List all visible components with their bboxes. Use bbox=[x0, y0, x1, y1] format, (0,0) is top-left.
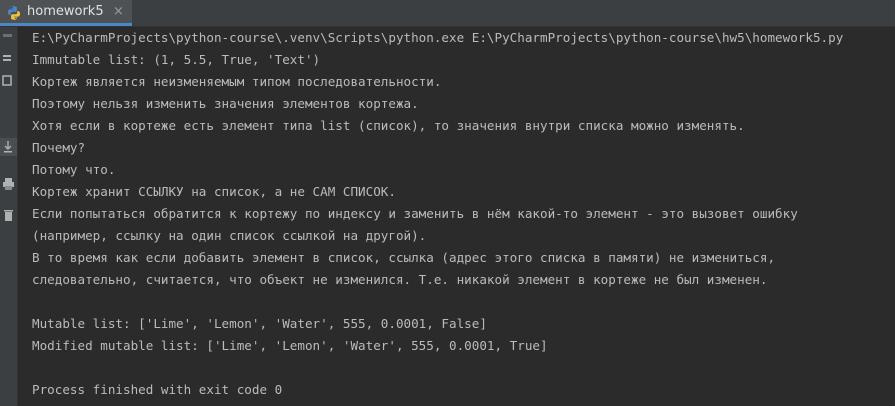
scroll-to-end-icon[interactable] bbox=[0, 138, 17, 156]
console-line-exit-status: Process finished with exit code 0 bbox=[32, 382, 283, 397]
console-line: Почему? bbox=[32, 140, 86, 155]
console-line-command: E:\PyCharmProjects\python-course\.venv\S… bbox=[32, 30, 844, 45]
console-line: (например, ссылку на один список ссылкой… bbox=[32, 228, 427, 243]
console-line: следовательно, считается, что объект не … bbox=[32, 272, 768, 287]
console-line: Кортеж является неизменяемым типом после… bbox=[32, 74, 442, 89]
console-line: Immutable list: (1, 5.5, True, 'Text') bbox=[32, 52, 321, 67]
console-toolbar bbox=[0, 27, 18, 406]
console-line: Если попытаться обратится к кортежу по и… bbox=[32, 206, 798, 221]
stop-icon[interactable] bbox=[0, 49, 17, 67]
rerun-icon[interactable] bbox=[0, 29, 17, 47]
console-line: Хотя если в кортеже есть элемент типа li… bbox=[32, 118, 745, 133]
tab-label: homework5 bbox=[27, 4, 104, 19]
console-line: Mutable list: ['Lime', 'Lemon', 'Water',… bbox=[32, 316, 487, 331]
console-line: В то время как если добавить элемент в с… bbox=[32, 250, 776, 265]
console-line: Потому что. bbox=[32, 162, 116, 177]
soft-wrap-icon[interactable] bbox=[0, 72, 17, 90]
delete-icon[interactable] bbox=[0, 207, 17, 225]
run-tab-homework5[interactable]: homework5 × bbox=[0, 0, 132, 26]
console-output[interactable]: E:\PyCharmProjects\python-course\.venv\S… bbox=[18, 27, 895, 406]
console-line: Modified mutable list: ['Lime', 'Lemon',… bbox=[32, 338, 548, 353]
close-icon[interactable]: × bbox=[113, 4, 124, 20]
run-tool-window-tabbar: homework5 × bbox=[0, 0, 895, 27]
console-line: Кортеж хранит ССЫЛКУ на список, а не САМ… bbox=[32, 184, 396, 199]
python-file-icon bbox=[8, 6, 20, 20]
console-line: Поэтому нельзя изменить значения элемент… bbox=[32, 96, 419, 111]
print-icon[interactable] bbox=[0, 175, 17, 193]
